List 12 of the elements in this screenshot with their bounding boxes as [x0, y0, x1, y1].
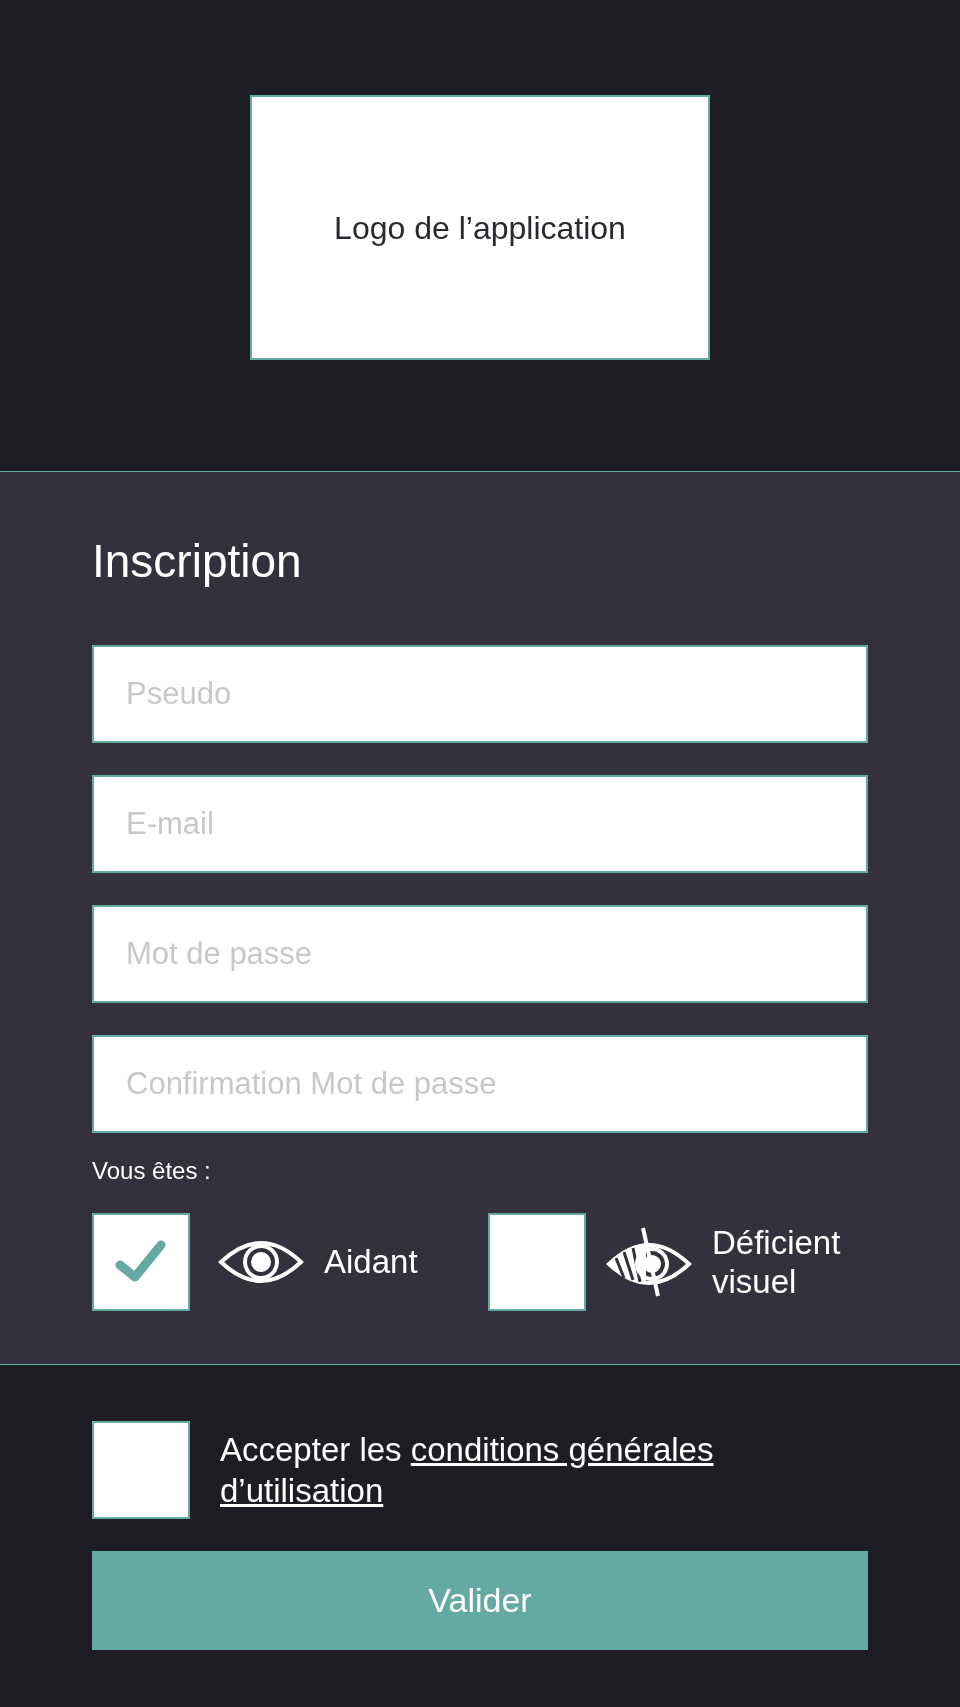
role-label: Vous êtes :	[92, 1156, 212, 1187]
role-label: Déficient visuel	[712, 1222, 842, 1302]
role-checkbox[interactable]	[488, 1213, 586, 1312]
terms-link[interactable]: d’utilisation	[220, 1470, 384, 1512]
terms-checkbox[interactable]	[92, 1421, 190, 1519]
form-title: Inscription	[92, 534, 303, 589]
eye-slash-icon	[606, 1226, 692, 1299]
logo-text: Logo de l’application	[334, 208, 626, 248]
terms-text: Accepter les conditions générales d’utilisation	[220, 1428, 780, 1512]
terms-link[interactable]: conditions générales	[410, 1430, 714, 1468]
role-checkbox[interactable]	[92, 1213, 190, 1312]
role-label: Aidant	[324, 1242, 418, 1282]
